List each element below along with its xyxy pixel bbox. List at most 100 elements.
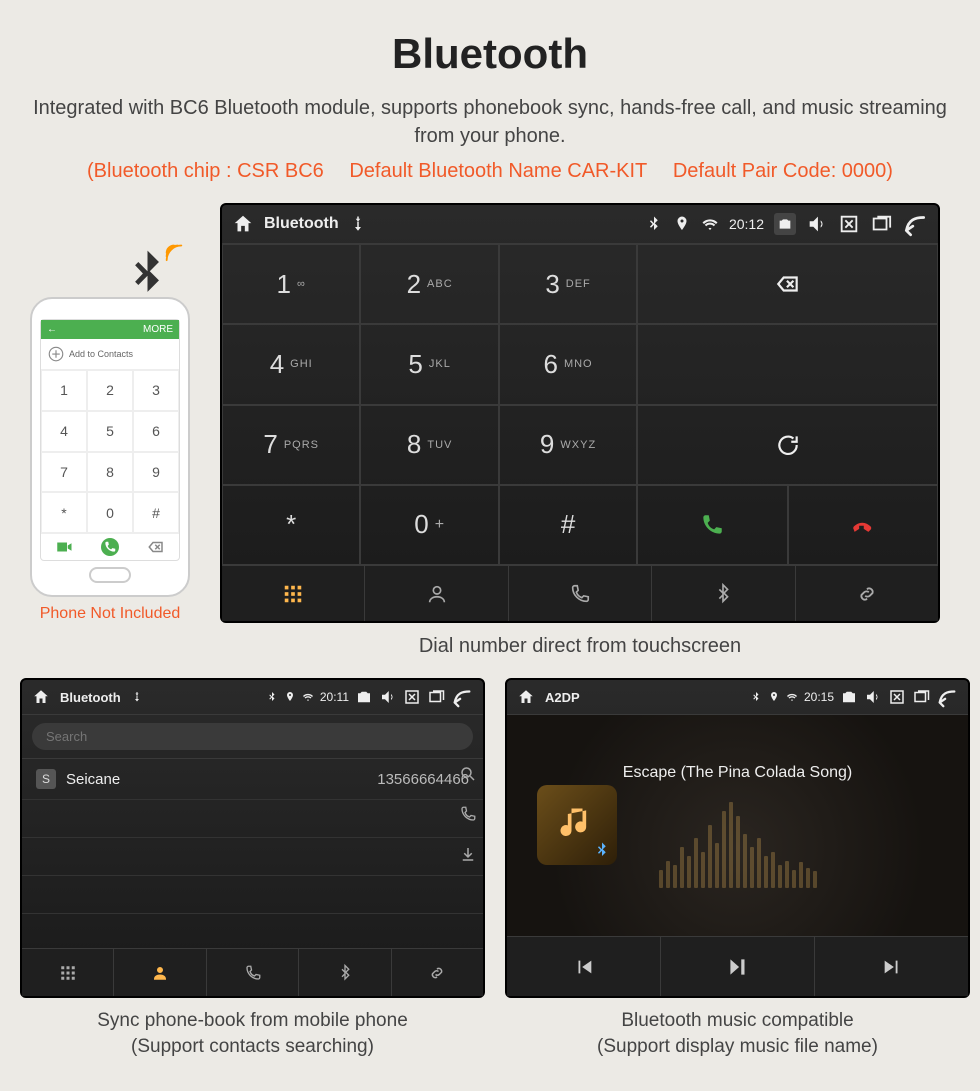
backspace-button[interactable] — [637, 244, 938, 324]
search-input[interactable] — [32, 723, 473, 750]
status-time: 20:15 — [804, 690, 834, 704]
dialpad: 1∞ 2ABC 3DEF 4GHI 5JKL 6MNO 7PQRS 8TUV 9… — [222, 244, 637, 565]
download-icon[interactable] — [459, 845, 477, 863]
usb-icon — [349, 215, 367, 233]
link-icon — [856, 583, 878, 605]
end-call-button[interactable] — [788, 485, 938, 565]
phone-mockup: ← MORE Add to Contacts 123 456 789 *0# — [30, 297, 190, 597]
tab-pair[interactable] — [392, 949, 483, 996]
tab-dialpad[interactable] — [22, 949, 114, 996]
dial-key-hash[interactable]: # — [499, 485, 637, 565]
tab-history[interactable] — [207, 949, 299, 996]
phone-more-label: MORE — [143, 324, 173, 335]
spec-line: (Bluetooth chip : CSR BC6 Default Blueto… — [20, 160, 960, 183]
close-app-icon[interactable] — [403, 688, 421, 706]
tab-bluetooth[interactable] — [299, 949, 391, 996]
phone-block: ← MORE Add to Contacts 123 456 789 *0# — [20, 246, 200, 623]
call-icon[interactable] — [459, 805, 477, 823]
recent-apps-icon[interactable] — [427, 688, 445, 706]
next-icon — [881, 956, 903, 978]
player-controls — [507, 936, 968, 996]
tab-contacts[interactable] — [114, 949, 206, 996]
video-icon — [55, 538, 73, 556]
phone-down-icon — [850, 512, 876, 538]
status-app-title: A2DP — [545, 690, 580, 705]
dial-key-9[interactable]: 9WXYZ — [499, 405, 637, 485]
usb-icon — [131, 691, 143, 703]
contact-number: 13566664466 — [377, 771, 469, 788]
back-icon[interactable] — [902, 211, 928, 237]
tab-bluetooth[interactable] — [652, 566, 795, 621]
grid-icon — [59, 964, 77, 982]
tab-pair[interactable] — [796, 566, 938, 621]
volume-icon[interactable] — [864, 688, 882, 706]
dial-key-5[interactable]: 5JKL — [360, 324, 498, 404]
location-icon — [768, 691, 780, 703]
add-contacts-label: Add to Contacts — [69, 349, 133, 359]
next-button[interactable] — [815, 937, 968, 996]
camera-icon[interactable] — [840, 688, 858, 706]
dial-key-1[interactable]: 1∞ — [222, 244, 360, 324]
dial-key-8[interactable]: 8TUV — [360, 405, 498, 485]
album-art — [537, 785, 617, 865]
contact-row[interactable]: S Seicane 13566664466 — [22, 759, 483, 800]
dial-key-6[interactable]: 6MNO — [499, 324, 637, 404]
recent-apps-icon[interactable] — [912, 688, 930, 706]
dial-key-0[interactable]: 0+ — [360, 485, 498, 565]
phone-not-included-note: Phone Not Included — [20, 605, 200, 623]
visualizer — [576, 798, 899, 888]
song-title: Escape (The Pina Colada Song) — [623, 764, 852, 782]
spec-pair: Default Pair Code: 0000) — [673, 160, 893, 182]
wifi-icon — [701, 215, 719, 233]
link-icon — [428, 964, 446, 982]
status-bar: Bluetooth 20:12 — [222, 205, 938, 244]
call-button[interactable] — [637, 485, 787, 565]
page-subtitle: Integrated with BC6 Bluetooth module, su… — [20, 94, 960, 150]
status-time: 20:11 — [320, 690, 349, 704]
spec-name: Default Bluetooth Name CAR-KIT — [349, 160, 647, 182]
camera-icon[interactable] — [774, 213, 796, 235]
status-bar: A2DP 20:15 — [507, 680, 968, 715]
prev-icon — [573, 956, 595, 978]
volume-icon[interactable] — [379, 688, 397, 706]
search-icon[interactable] — [459, 765, 477, 783]
bottom-tabs — [222, 565, 938, 621]
home-icon[interactable] — [517, 688, 535, 706]
home-icon[interactable] — [232, 213, 254, 235]
phone-home-button — [89, 567, 131, 583]
back-icon[interactable] — [451, 686, 473, 708]
redial-button[interactable] — [637, 405, 938, 485]
dial-key-2[interactable]: 2ABC — [360, 244, 498, 324]
contacts-list[interactable]: S Seicane 13566664466 — [22, 759, 483, 948]
play-pause-icon — [725, 954, 751, 980]
volume-icon[interactable] — [806, 213, 828, 235]
contacts-caption: Sync phone-book from mobile phone (Suppo… — [20, 1008, 485, 1059]
close-app-icon[interactable] — [888, 688, 906, 706]
backspace-icon — [147, 538, 165, 556]
spec-chip: (Bluetooth chip : CSR BC6 — [87, 160, 324, 182]
prev-button[interactable] — [507, 937, 661, 996]
tab-dialpad[interactable] — [222, 566, 365, 621]
tab-contacts[interactable] — [365, 566, 508, 621]
status-time: 20:12 — [729, 216, 764, 232]
dial-key-4[interactable]: 4GHI — [222, 324, 360, 404]
camera-icon[interactable] — [355, 688, 373, 706]
a2dp-caption: Bluetooth music compatible (Support disp… — [505, 1008, 970, 1059]
dial-key-3[interactable]: 3DEF — [499, 244, 637, 324]
contact-badge: S — [36, 769, 56, 789]
backspace-icon — [775, 271, 801, 297]
home-icon[interactable] — [32, 688, 50, 706]
bluetooth-icon — [750, 691, 762, 703]
refresh-icon — [775, 432, 801, 458]
phone-outline-icon — [569, 583, 591, 605]
play-pause-button[interactable] — [661, 937, 815, 996]
dial-key-star[interactable]: * — [222, 485, 360, 565]
empty-row — [22, 876, 483, 914]
back-icon[interactable] — [936, 686, 958, 708]
tab-history[interactable] — [509, 566, 652, 621]
call-icon — [101, 538, 119, 556]
status-bar: Bluetooth 20:11 — [22, 680, 483, 715]
close-app-icon[interactable] — [838, 213, 860, 235]
recent-apps-icon[interactable] — [870, 213, 892, 235]
dial-key-7[interactable]: 7PQRS — [222, 405, 360, 485]
